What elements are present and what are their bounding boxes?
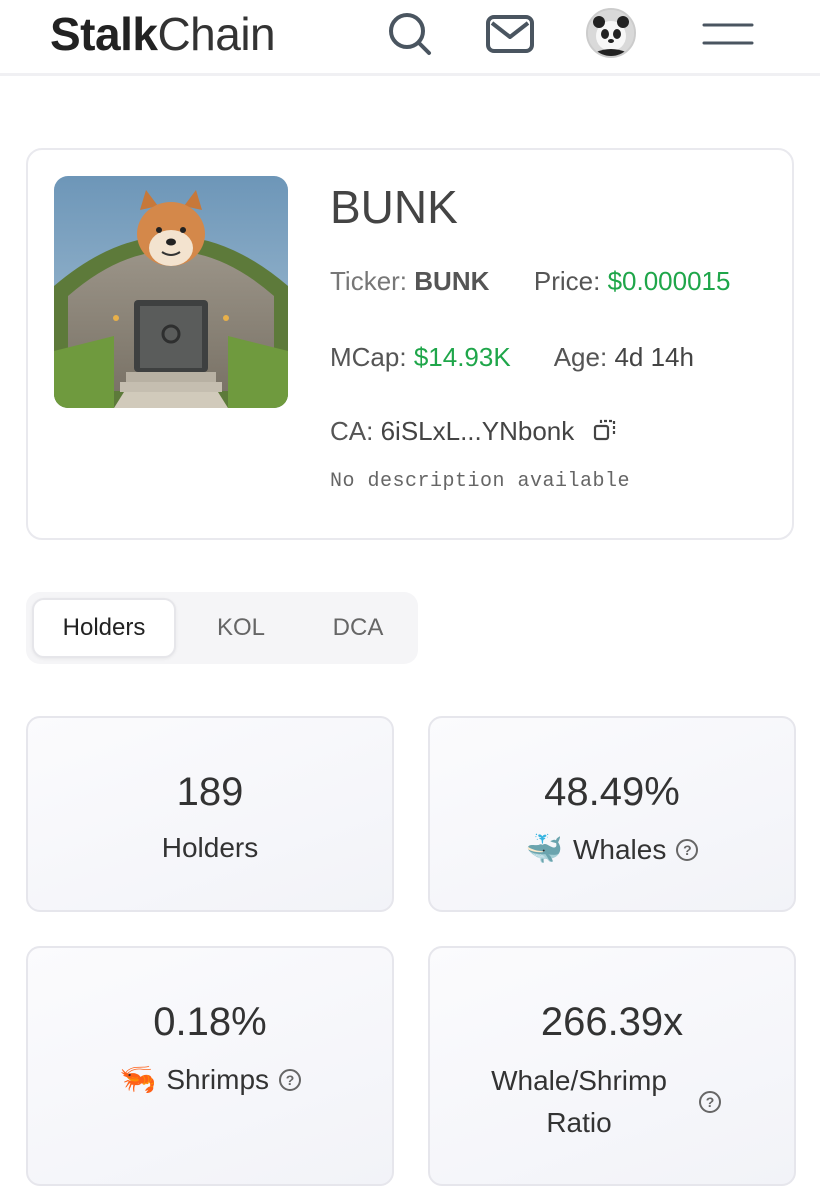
mail-icon <box>486 15 534 53</box>
ratio-help-icon[interactable]: ? <box>699 1091 721 1113</box>
top-header: StalkChain <box>0 0 820 76</box>
whales-label-row: 🐳 Whales ? <box>430 832 794 867</box>
ca-value: 6iSLxL...YNbonk <box>380 416 575 446</box>
copy-address-button[interactable] <box>593 418 617 449</box>
whales-percent: 48.49% <box>544 770 680 814</box>
user-avatar[interactable] <box>586 8 636 58</box>
ratio-stat-card: 266.39x Whale/Shrimp Ratio ? <box>428 946 796 1186</box>
tab-dca[interactable]: DCA <box>306 598 410 658</box>
hamburger-menu-icon <box>702 23 754 45</box>
shrimps-label: Shrimps <box>166 1063 270 1095</box>
tab-holders[interactable]: Holders <box>32 598 176 658</box>
shrimps-percent: 0.18% <box>153 1000 267 1044</box>
shrimps-label-row: 🦐 Shrimps ? <box>28 1062 392 1097</box>
holders-stat-card: 189 Holders <box>26 716 394 912</box>
shrimp-icon: 🦐 <box>118 1063 157 1096</box>
token-info-card: BUNK Ticker: BUNK Price: $0.000015 MCap:… <box>26 148 794 540</box>
shrimps-help-icon[interactable]: ? <box>279 1068 302 1091</box>
copy-icon <box>594 419 616 440</box>
price-value: $0.000015 <box>607 266 731 296</box>
holders-label: Holders <box>161 832 259 863</box>
token-image <box>54 176 288 408</box>
ticker-price-row: Ticker: BUNK Price: $0.000015 <box>330 266 730 297</box>
mcap-age-row: MCap: $14.93K Age: 4d 14h <box>330 342 694 373</box>
mcap-label: MCap: <box>330 342 407 372</box>
messages-button[interactable] <box>484 10 536 58</box>
token-description: No description available <box>330 470 631 493</box>
ticker-label: Ticker: <box>330 266 408 296</box>
age-label: Age: <box>553 342 608 372</box>
bunker-doge-image <box>54 176 288 408</box>
whales-help-icon[interactable]: ? <box>676 838 699 861</box>
whales-label: Whales <box>572 833 667 865</box>
whales-stat-card: 48.49% 🐳 Whales ? <box>428 716 796 912</box>
tab-kol[interactable]: KOL <box>196 598 286 658</box>
panda-avatar-icon <box>588 10 634 56</box>
menu-button[interactable] <box>700 10 756 58</box>
shrimps-stat-card: 0.18% 🦐 Shrimps ? <box>26 946 394 1186</box>
ticker-value: BUNK <box>414 266 490 296</box>
holder-tabs: Holders KOL DCA <box>26 592 418 664</box>
whale-icon: 🐳 <box>525 833 563 866</box>
token-name: BUNK <box>330 181 458 233</box>
holders-count: 189 <box>176 770 244 814</box>
ca-label: CA: <box>330 416 374 446</box>
ratio-label: Whale/Shrimp Ratio <box>491 1065 667 1138</box>
ratio-label-row: Whale/Shrimp Ratio ? <box>430 1060 760 1144</box>
search-button[interactable] <box>384 10 436 58</box>
mcap-value: $14.93K <box>413 342 511 372</box>
search-icon <box>389 13 431 55</box>
whale-shrimp-ratio: 266.39x <box>540 1000 684 1044</box>
brand-logo[interactable]: StalkChain <box>50 8 276 60</box>
contract-address-row: CA: 6iSLxL...YNbonk <box>330 416 617 449</box>
price-label: Price: <box>533 266 601 296</box>
age-value: 4d 14h <box>614 342 694 372</box>
